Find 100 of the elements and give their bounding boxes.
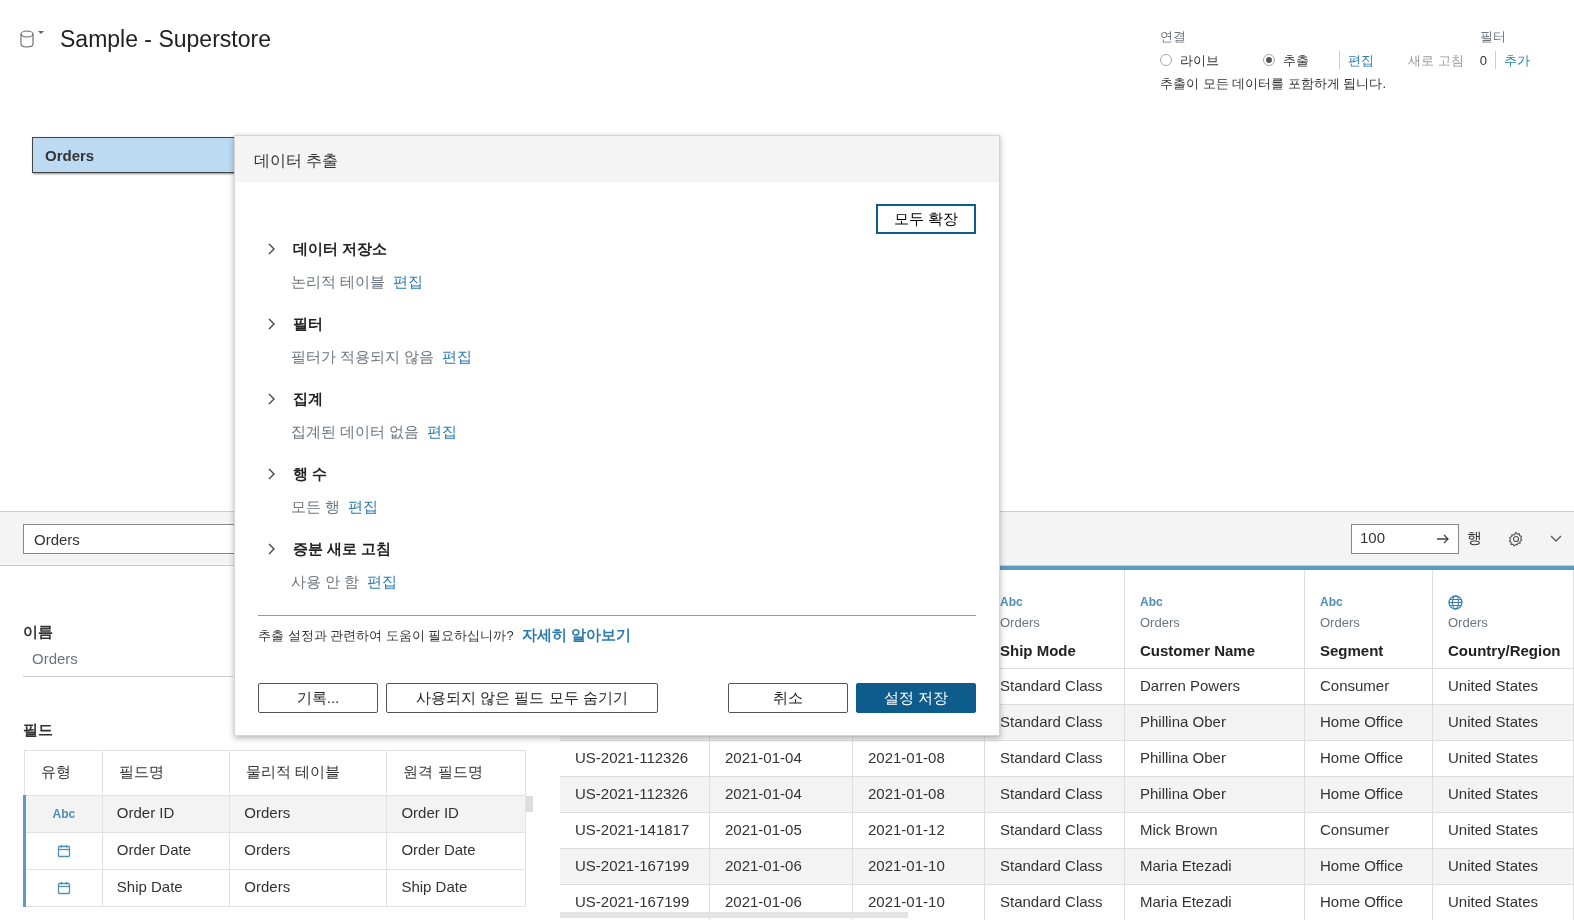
column-header[interactable]: Ship Mode bbox=[1000, 640, 1109, 663]
column-header[interactable]: Country/Region bbox=[1448, 640, 1558, 663]
data-cell: United States bbox=[1433, 776, 1574, 812]
extract-note: 추출이 모든 데이터를 포함하게 됩니다. bbox=[1160, 75, 1388, 93]
data-cell: Maria Etezadi bbox=[1125, 848, 1305, 884]
column-header[interactable]: 필드명 bbox=[102, 750, 230, 795]
source-table-label: Orders bbox=[1140, 613, 1181, 632]
row-count-field[interactable]: 100 bbox=[1351, 523, 1459, 554]
data-cell: 2021-01-10 bbox=[853, 848, 985, 884]
edit-link[interactable]: 편집 bbox=[427, 420, 458, 443]
field-row[interactable]: Abc Order ID Orders Order ID bbox=[24, 795, 526, 832]
cylinder-icon bbox=[20, 30, 34, 49]
source-table-label: Orders bbox=[1320, 613, 1361, 632]
remote-name-cell: Order ID bbox=[386, 795, 526, 832]
data-cell: Phillina Ober bbox=[1125, 704, 1305, 740]
learn-more-link[interactable]: 자세히 알아보기 bbox=[521, 624, 631, 647]
field-name-cell: Order ID bbox=[102, 795, 230, 832]
data-cell: United States bbox=[1433, 704, 1574, 740]
help-text: 추출 설정과 관련하여 도움이 필요하십니까? bbox=[258, 626, 514, 645]
edit-link[interactable]: 편집 bbox=[348, 495, 379, 518]
string-type-label: Abc bbox=[1140, 594, 1163, 611]
chevron-right-icon[interactable] bbox=[267, 318, 277, 331]
table-cell: Orders bbox=[229, 832, 387, 869]
chevron-right-icon[interactable] bbox=[267, 468, 277, 481]
string-type-label: Abc bbox=[1320, 594, 1343, 611]
field-row[interactable]: Ship Date Orders Ship Date bbox=[24, 869, 526, 906]
caret-icon bbox=[38, 30, 44, 37]
data-cell: Standard Class bbox=[985, 848, 1125, 884]
data-cell: Standard Class bbox=[985, 704, 1125, 740]
section-summary: 사용 안 함 bbox=[291, 571, 360, 592]
column-header[interactable]: 유형 bbox=[24, 750, 103, 795]
rows-unit-label: 행 bbox=[1467, 528, 1482, 549]
table-cell: Orders bbox=[229, 869, 387, 906]
chevron-down-icon bbox=[1550, 534, 1562, 543]
data-cell: 2021-01-04 bbox=[710, 776, 853, 812]
data-cell: US-2021-167199 bbox=[560, 848, 710, 884]
data-cell: 2021-01-08 bbox=[853, 776, 985, 812]
dialog-button[interactable]: 기록... bbox=[258, 683, 378, 713]
data-cell: United States bbox=[1433, 848, 1574, 884]
section-title[interactable]: 필터 bbox=[293, 313, 323, 336]
section-title[interactable]: 증분 새로 고침 bbox=[293, 538, 392, 561]
table-cell: Orders bbox=[229, 795, 387, 832]
expand-all-button[interactable]: 모두 확장 bbox=[875, 204, 976, 234]
data-cell: Home Office bbox=[1305, 848, 1433, 884]
dialog-button[interactable]: 취소 bbox=[728, 683, 848, 713]
globe-icon bbox=[1448, 594, 1463, 610]
calendar-icon bbox=[56, 881, 71, 896]
radio-option[interactable]: 라이브 bbox=[1160, 50, 1219, 70]
name-label: 이름 bbox=[23, 622, 53, 642]
section-title[interactable]: 집계 bbox=[293, 388, 323, 411]
section-summary: 필터가 적용되지 않음 bbox=[291, 346, 435, 367]
string-type-label: Abc bbox=[1000, 594, 1023, 611]
calendar-icon bbox=[56, 844, 71, 859]
column-header[interactable]: Segment bbox=[1320, 640, 1417, 663]
data-cell: United States bbox=[1433, 884, 1574, 920]
field-row[interactable]: Order Date Orders Order Date bbox=[24, 832, 526, 869]
radio-option[interactable]: 추출 bbox=[1263, 50, 1309, 70]
data-cell: Maria Etezadi bbox=[1125, 884, 1305, 920]
dialog-button[interactable]: 설정 저장 bbox=[856, 683, 976, 713]
arrow-right-icon bbox=[1437, 533, 1450, 544]
connection-label: 연결 bbox=[1160, 28, 1187, 46]
section-summary: 논리적 테이블 bbox=[291, 271, 386, 292]
column-header[interactable]: 원격 필드명 bbox=[386, 750, 526, 795]
data-cell: Standard Class bbox=[985, 776, 1125, 812]
dialog-button[interactable]: 사용되지 않은 필드 모두 숨기기 bbox=[386, 683, 658, 713]
remote-name-cell: Ship Date bbox=[386, 869, 526, 906]
database-icon[interactable] bbox=[20, 30, 44, 49]
field-name-cell: Ship Date bbox=[102, 869, 230, 906]
chevron-right-icon[interactable] bbox=[267, 243, 277, 256]
section-summary: 집계된 데이터 없음 bbox=[291, 421, 420, 442]
horizontal-scrollbar[interactable] bbox=[560, 912, 908, 918]
source-table-label: Orders bbox=[1000, 613, 1041, 632]
section-title[interactable]: 데이터 저장소 bbox=[293, 238, 388, 261]
row-count-value: 100 bbox=[1360, 528, 1386, 549]
section-summary: 모든 행 bbox=[291, 496, 341, 517]
edit-link[interactable]: 편집 bbox=[1348, 50, 1374, 70]
chevron-right-icon[interactable] bbox=[267, 393, 277, 406]
fields-label: 필드 bbox=[23, 720, 53, 740]
data-cell: US-2021-112326 bbox=[560, 776, 710, 812]
data-cell: Home Office bbox=[1305, 704, 1433, 740]
add-filter-link[interactable]: 추가 bbox=[1503, 50, 1530, 70]
section-title[interactable]: 행 수 bbox=[293, 463, 328, 486]
column-header[interactable]: 물리적 테이블 bbox=[229, 750, 387, 795]
edit-link[interactable]: 편집 bbox=[393, 270, 424, 293]
datasource-title: Sample - Superstore bbox=[60, 25, 271, 54]
remote-name-cell: Order Date bbox=[386, 832, 526, 869]
scrollbar-thumb[interactable] bbox=[526, 795, 533, 812]
chevron-right-icon[interactable] bbox=[267, 543, 277, 556]
column-header[interactable]: Customer Name bbox=[1140, 640, 1289, 663]
data-cell: 2021-01-06 bbox=[710, 848, 853, 884]
source-table-label: Orders bbox=[1448, 613, 1489, 632]
filter-count: 0 bbox=[1479, 51, 1487, 70]
data-cell: Home Office bbox=[1305, 776, 1433, 812]
edit-link[interactable]: 편집 bbox=[367, 570, 398, 593]
table-name-value: Orders bbox=[23, 643, 233, 677]
field-name-cell: Order Date bbox=[102, 832, 230, 869]
edit-link[interactable]: 편집 bbox=[442, 345, 473, 368]
data-cell: Standard Class bbox=[985, 884, 1125, 920]
dialog-title: 데이터 추출 bbox=[235, 136, 999, 182]
data-cell: Phillina Ober bbox=[1125, 776, 1305, 812]
